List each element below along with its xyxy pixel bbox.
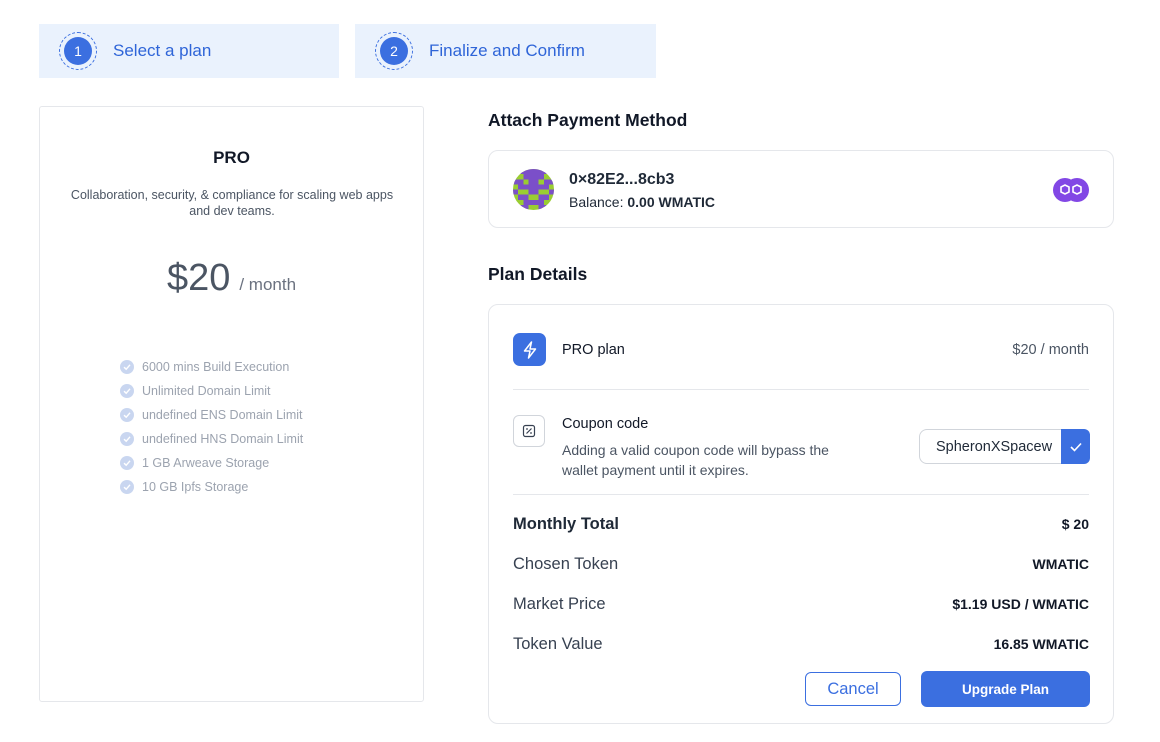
price-amount: $20 <box>166 257 231 299</box>
coupon-description: Adding a valid coupon code will bypass t… <box>562 442 829 478</box>
feature-label: Unlimited Domain Limit <box>142 384 271 398</box>
coupon-apply-button[interactable] <box>1061 429 1090 464</box>
monthly-total-value: $ 20 <box>1061 516 1089 532</box>
feature-label: 6000 mins Build Execution <box>142 360 290 374</box>
cancel-button[interactable]: Cancel <box>805 672 901 706</box>
step-1-label: Select a plan <box>113 41 212 60</box>
step-1-number: 1 <box>64 37 92 65</box>
market-price-value: $1.19 USD / WMATIC <box>952 596 1089 612</box>
check-icon <box>120 456 134 470</box>
plan-details-card: PRO plan $20 / month Coupon code Adding … <box>488 304 1114 724</box>
payment-section-title: Attach Payment Method <box>488 110 688 130</box>
selected-plan-price: $20 / month <box>1012 342 1089 358</box>
token-value-label: Token Value <box>513 635 603 653</box>
check-icon <box>120 480 134 494</box>
feature-item: 1 GB Arweave Storage <box>120 451 303 475</box>
check-icon <box>1069 442 1082 452</box>
step-2-indicator: 2 <box>375 32 413 70</box>
feature-item: undefined HNS Domain Limit <box>120 427 303 451</box>
bolt-icon <box>513 333 546 366</box>
wallet-address: 0×82E2...8cb3 <box>569 171 675 188</box>
wallet-card[interactable]: 0×82E2...8cb3 Balance: 0.00 WMATIC <box>488 150 1114 228</box>
feature-list: 6000 mins Build Execution Unlimited Doma… <box>120 355 303 499</box>
feature-item: 10 GB Ipfs Storage <box>120 475 303 499</box>
checkout-page: 1 Select a plan 2 Finalize and Confirm P… <box>0 0 1160 742</box>
balance-label: Balance: <box>569 194 624 210</box>
chosen-token-value: WMATIC <box>1032 556 1090 572</box>
plan-description: Collaboration, security, & compliance fo… <box>70 188 394 218</box>
polygon-icon <box>1053 177 1089 203</box>
feature-label: 10 GB Ipfs Storage <box>142 480 249 494</box>
step-2-label: Finalize and Confirm <box>429 41 585 60</box>
feature-item: undefined ENS Domain Limit <box>120 403 303 427</box>
step-finalize-confirm[interactable]: 2 Finalize and Confirm <box>355 24 656 78</box>
feature-item: Unlimited Domain Limit <box>120 379 303 403</box>
balance-value: 0.00 WMATIC <box>627 194 716 210</box>
feature-label: undefined ENS Domain Limit <box>142 408 303 422</box>
upgrade-plan-button[interactable]: Upgrade Plan <box>921 671 1090 707</box>
coupon-icon <box>513 415 545 447</box>
selected-plan-label: PRO plan <box>562 342 625 358</box>
plan-name: PRO <box>213 148 250 167</box>
chosen-token-label: Chosen Token <box>513 555 619 573</box>
check-icon <box>120 408 134 422</box>
step-1-indicator: 1 <box>59 32 97 70</box>
price-period: / month <box>239 275 297 294</box>
details-section-title: Plan Details <box>488 264 588 284</box>
plan-card: PRO Collaboration, security, & complianc… <box>39 106 424 702</box>
divider <box>513 494 1089 495</box>
step-select-plan[interactable]: 1 Select a plan <box>39 24 339 78</box>
plan-price: $20 / month <box>40 257 423 300</box>
step-2-number: 2 <box>380 37 408 65</box>
check-icon <box>120 360 134 374</box>
feature-label: undefined HNS Domain Limit <box>142 432 304 446</box>
check-icon <box>120 384 134 398</box>
wallet-avatar <box>513 169 554 210</box>
wallet-balance: Balance: 0.00 WMATIC <box>569 194 715 210</box>
divider <box>513 389 1089 390</box>
feature-item: 6000 mins Build Execution <box>120 355 303 379</box>
token-value-value: 16.85 WMATIC <box>993 636 1089 652</box>
monthly-total-label: Monthly Total <box>513 515 620 533</box>
feature-label: 1 GB Arweave Storage <box>142 456 270 470</box>
coupon-title: Coupon code <box>562 416 649 432</box>
market-price-label: Market Price <box>513 595 606 613</box>
coupon-input[interactable] <box>920 430 1070 463</box>
check-icon <box>120 432 134 446</box>
